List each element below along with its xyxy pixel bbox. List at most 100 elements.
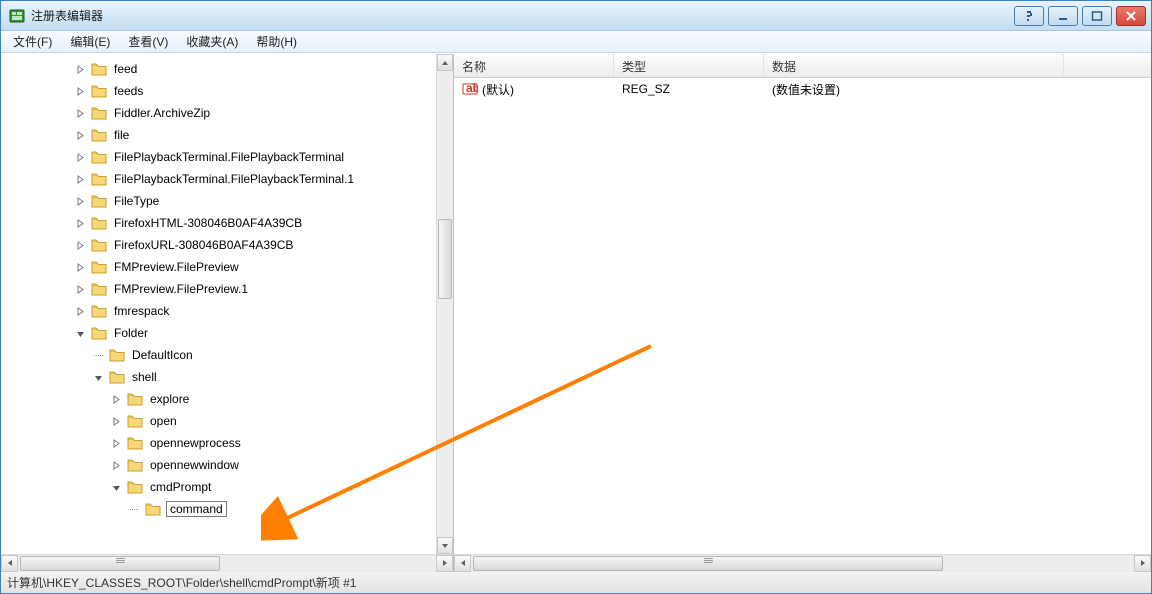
string-value-icon: ab — [462, 81, 478, 97]
expand-icon[interactable] — [75, 152, 86, 163]
tree-node-label: Fiddler.ArchiveZip — [112, 105, 212, 121]
tree-node-label: FirefoxHTML-308046B0AF4A39CB — [112, 215, 304, 231]
expand-icon[interactable] — [75, 218, 86, 229]
tree-node[interactable]: opennewwindow — [1, 454, 436, 476]
tree-node[interactable]: FileType — [1, 190, 436, 212]
tree-node-label: shell — [130, 369, 159, 385]
maximize-button[interactable] — [1082, 6, 1112, 26]
tree-node[interactable]: Folder — [1, 322, 436, 344]
tree-node[interactable]: DefaultIcon — [1, 344, 436, 366]
col-type[interactable]: 类型 — [614, 54, 764, 77]
folder-icon — [91, 260, 107, 274]
collapse-icon[interactable] — [93, 372, 104, 383]
tree-node[interactable]: feed — [1, 58, 436, 80]
expand-icon[interactable] — [75, 174, 86, 185]
expand-icon[interactable] — [75, 196, 86, 207]
expand-icon[interactable] — [75, 64, 86, 75]
content-area: feed feeds Fiddler.ArchiveZip file FilePlayb… — [1, 53, 1151, 571]
menu-edit[interactable]: 编辑(E) — [62, 31, 118, 52]
tree-node-label: file — [112, 127, 131, 143]
tree-node[interactable]: FMPreview.FilePreview.1 — [1, 278, 436, 300]
folder-icon — [109, 370, 125, 384]
expand-icon[interactable] — [111, 416, 122, 427]
expand-icon[interactable] — [75, 262, 86, 273]
tree-node[interactable]: feeds — [1, 80, 436, 102]
tree-node[interactable]: fmrespack — [1, 300, 436, 322]
values-list[interactable]: ab(默认)REG_SZ(数值未设置) — [454, 78, 1151, 554]
value-type-cell: REG_SZ — [614, 82, 764, 96]
expand-icon[interactable] — [75, 284, 86, 295]
tree-node[interactable]: open — [1, 410, 436, 432]
expand-icon[interactable] — [75, 86, 86, 97]
expand-icon[interactable] — [111, 394, 122, 405]
tree-node-label: feed — [112, 61, 139, 77]
tree-node[interactable]: explore — [1, 388, 436, 410]
tree-node-label[interactable]: command — [166, 501, 227, 517]
folder-icon — [91, 150, 107, 164]
collapse-icon[interactable] — [75, 328, 86, 339]
tree-node[interactable]: Fiddler.ArchiveZip — [1, 102, 436, 124]
scroll-thumb[interactable] — [473, 556, 943, 571]
menu-help[interactable]: 帮助(H) — [248, 31, 305, 52]
tree-node[interactable]: file — [1, 124, 436, 146]
tree-node-label: FilePlaybackTerminal.FilePlaybackTermina… — [112, 171, 356, 187]
tree-node[interactable]: FirefoxHTML-308046B0AF4A39CB — [1, 212, 436, 234]
tree-node[interactable]: cmdPrompt — [1, 476, 436, 498]
collapse-icon[interactable] — [111, 482, 122, 493]
tree-node[interactable]: FirefoxURL-308046B0AF4A39CB — [1, 234, 436, 256]
folder-icon — [91, 194, 107, 208]
col-data[interactable]: 数据 — [764, 54, 1064, 77]
tree-node[interactable]: FMPreview.FilePreview — [1, 256, 436, 278]
tree-node[interactable]: opennewprocess — [1, 432, 436, 454]
value-row[interactable]: ab(默认)REG_SZ(数值未设置) — [454, 78, 1151, 100]
titlebar: 注册表编辑器 — [1, 1, 1151, 31]
folder-icon — [145, 502, 161, 516]
folder-icon — [127, 480, 143, 494]
expand-icon[interactable] — [75, 130, 86, 141]
folder-icon — [91, 172, 107, 186]
tree-connector-icon — [129, 504, 140, 515]
menu-favorites[interactable]: 收藏夹(A) — [178, 31, 246, 52]
values-horizontal-scrollbar[interactable] — [454, 554, 1151, 571]
tree-node[interactable]: shell — [1, 366, 436, 388]
col-name[interactable]: 名称 — [454, 54, 614, 77]
expand-icon[interactable] — [111, 460, 122, 471]
tree-node[interactable]: FilePlaybackTerminal.FilePlaybackTermina… — [1, 168, 436, 190]
tree-node-label: open — [148, 413, 179, 429]
scroll-thumb[interactable] — [438, 219, 452, 299]
scroll-up-icon[interactable] — [437, 54, 453, 71]
scroll-right-icon[interactable] — [1134, 555, 1151, 572]
help-button[interactable] — [1014, 6, 1044, 26]
menu-file[interactable]: 文件(F) — [5, 31, 60, 52]
tree-view[interactable]: feed feeds Fiddler.ArchiveZip file FilePlayb… — [1, 54, 436, 554]
tree-node-label: FirefoxURL-308046B0AF4A39CB — [112, 237, 295, 253]
menubar: 文件(F) 编辑(E) 查看(V) 收藏夹(A) 帮助(H) — [1, 31, 1151, 53]
values-panel: 名称 类型 数据 ab(默认)REG_SZ(数值未设置) — [454, 54, 1151, 571]
menu-view[interactable]: 查看(V) — [120, 31, 176, 52]
expand-icon[interactable] — [75, 306, 86, 317]
tree-vertical-scrollbar[interactable] — [436, 54, 453, 554]
tree-node[interactable]: command — [1, 498, 436, 520]
value-name-cell: ab(默认) — [454, 81, 614, 98]
close-button[interactable] — [1116, 6, 1146, 26]
tree-node-label: DefaultIcon — [130, 347, 195, 363]
expand-icon[interactable] — [75, 108, 86, 119]
folder-icon — [91, 282, 107, 296]
minimize-button[interactable] — [1048, 6, 1078, 26]
registry-editor-window: 注册表编辑器 文件(F) 编辑(E) 查看(V) 收藏夹(A) 帮助(H) fe… — [0, 0, 1152, 594]
scroll-down-icon[interactable] — [437, 537, 453, 554]
values-header: 名称 类型 数据 — [454, 54, 1151, 78]
window-title: 注册表编辑器 — [31, 7, 103, 24]
expand-icon[interactable] — [75, 240, 86, 251]
statusbar: 计算机\HKEY_CLASSES_ROOT\Folder\shell\cmdPr… — [1, 571, 1151, 593]
folder-icon — [91, 106, 107, 120]
tree-horizontal-scrollbar[interactable] — [1, 554, 453, 571]
tree-node[interactable]: FilePlaybackTerminal.FilePlaybackTermina… — [1, 146, 436, 168]
scroll-thumb[interactable] — [20, 556, 220, 571]
tree-node-label: feeds — [112, 83, 145, 99]
tree-node-label: FMPreview.FilePreview — [112, 259, 241, 275]
scroll-right-icon[interactable] — [436, 555, 453, 572]
scroll-left-icon[interactable] — [1, 555, 18, 572]
expand-icon[interactable] — [111, 438, 122, 449]
scroll-left-icon[interactable] — [454, 555, 471, 572]
